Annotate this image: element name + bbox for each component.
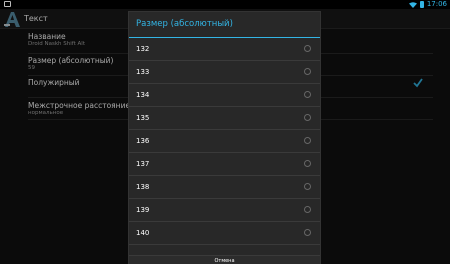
radio-button[interactable] [304, 160, 311, 167]
size-option-value: 133 [136, 68, 150, 76]
cancel-button[interactable]: Отмена [129, 258, 320, 264]
size-option[interactable]: 135 [129, 107, 320, 130]
size-option[interactable]: 137 [129, 153, 320, 176]
size-option-value: 134 [136, 91, 150, 99]
wifi-icon [408, 1, 417, 8]
size-option[interactable]: 136 [129, 130, 320, 153]
size-option-value: 138 [136, 183, 150, 191]
size-option-value: 132 [136, 45, 150, 53]
radio-button[interactable] [304, 183, 311, 190]
size-option-value: 136 [136, 137, 150, 145]
battery-icon [419, 1, 424, 8]
radio-button[interactable] [304, 68, 311, 75]
size-option-value: 135 [136, 114, 150, 122]
radio-button[interactable] [304, 114, 311, 121]
size-option[interactable]: 133 [129, 61, 320, 84]
size-picker-dialog: Размер (абсолютный) 132 133 134 135 136 … [128, 11, 321, 264]
radio-button[interactable] [304, 45, 311, 52]
status-time: 17:06 [426, 0, 447, 8]
size-option[interactable]: 134 [129, 84, 320, 107]
status-bar: 17:06 [0, 0, 450, 9]
size-option-value: 139 [136, 206, 150, 214]
size-option[interactable]: 138 [129, 176, 320, 199]
size-option[interactable]: 139 [129, 199, 320, 222]
radio-button[interactable] [304, 206, 311, 213]
dialog-title: Размер (абсолютный) [136, 19, 233, 29]
radio-button[interactable] [304, 229, 311, 236]
status-bar-right: 17:06 [408, 0, 447, 9]
size-option[interactable]: 132 [129, 38, 320, 61]
size-option-value: 140 [136, 229, 150, 237]
screenshot-notification-icon [4, 1, 11, 7]
size-option-value: 137 [136, 160, 150, 168]
radio-button[interactable] [304, 137, 311, 144]
size-option[interactable]: 140 [129, 222, 320, 245]
size-options-list[interactable]: 132 133 134 135 136 137 138 139 140 [129, 38, 320, 255]
radio-button[interactable] [304, 91, 311, 98]
